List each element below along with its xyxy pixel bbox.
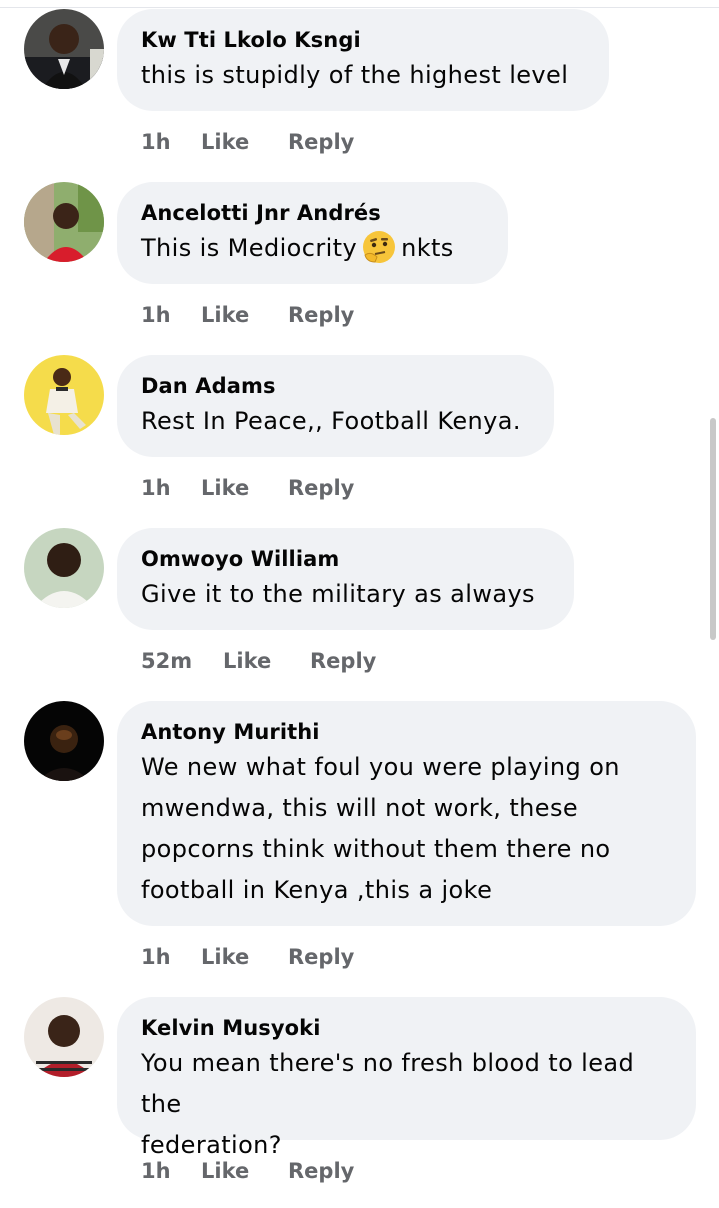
comment-bubble: Kelvin Musyoki You mean there's no fresh… bbox=[117, 997, 696, 1159]
comment-author[interactable]: Omwoyo William bbox=[141, 546, 550, 572]
comment-text-line: football in Kenya ,this a joke bbox=[141, 876, 493, 904]
reply-button[interactable]: Reply bbox=[288, 128, 354, 156]
comment-bubble: Dan Adams Rest In Peace,, Football Kenya… bbox=[117, 355, 554, 457]
top-divider bbox=[0, 0, 719, 8]
like-button[interactable]: Like bbox=[201, 301, 249, 329]
avatar[interactable] bbox=[24, 355, 104, 435]
comment-author[interactable]: Antony Murithi bbox=[141, 719, 672, 745]
comment-time[interactable]: 1h bbox=[141, 301, 171, 329]
scrollbar[interactable] bbox=[710, 418, 716, 640]
comment-bubble: Antony Murithi We new what foul you were… bbox=[117, 701, 696, 926]
avatar[interactable] bbox=[24, 528, 104, 608]
like-button[interactable]: Like bbox=[223, 647, 271, 675]
comment-time[interactable]: 1h bbox=[141, 943, 171, 971]
comment-text: We new what foul you were playing on mwe… bbox=[141, 747, 672, 911]
reply-button[interactable]: Reply bbox=[288, 943, 354, 971]
comment-text-line: We new what foul you were playing on bbox=[141, 753, 620, 781]
like-button[interactable]: Like bbox=[201, 1157, 249, 1185]
avatar[interactable] bbox=[24, 182, 104, 262]
reply-button[interactable]: Reply bbox=[288, 1157, 354, 1185]
comment-author[interactable]: Kw Tti Lkolo Ksngi bbox=[141, 27, 585, 53]
like-button[interactable]: Like bbox=[201, 474, 249, 502]
reply-button[interactable]: Reply bbox=[310, 647, 376, 675]
comment-time[interactable]: 52m bbox=[141, 647, 192, 675]
comment-author[interactable]: Ancelotti Jnr Andrés bbox=[141, 200, 484, 226]
like-button[interactable]: Like bbox=[201, 943, 249, 971]
thinking-face-emoji bbox=[363, 231, 396, 263]
avatar[interactable] bbox=[24, 701, 104, 781]
avatar[interactable] bbox=[24, 9, 104, 89]
comment-text-line: You mean there's no fresh blood to lead … bbox=[141, 1049, 635, 1118]
reply-button[interactable]: Reply bbox=[288, 474, 354, 502]
comment-text: Give it to the military as always bbox=[141, 580, 535, 608]
comment-time[interactable]: 1h bbox=[141, 1157, 171, 1185]
comment-text-line: mwendwa, this will not work, these bbox=[141, 794, 579, 822]
comment-time[interactable]: 1h bbox=[141, 128, 171, 156]
comment-text-line: popcorns think without them there no bbox=[141, 835, 611, 863]
comment-text: Rest In Peace,, Football Kenya. bbox=[141, 407, 521, 435]
comment-author[interactable]: Dan Adams bbox=[141, 373, 530, 399]
comment-text: this is stupidly of the highest level bbox=[141, 61, 569, 89]
comment-author[interactable]: Kelvin Musyoki bbox=[141, 1015, 672, 1041]
comment-bubble: Ancelotti Jnr Andrés This is Mediocrity n… bbox=[117, 182, 508, 284]
comment-time[interactable]: 1h bbox=[141, 474, 171, 502]
comment-text-part: This is Mediocrity bbox=[141, 234, 358, 262]
reply-button[interactable]: Reply bbox=[288, 301, 354, 329]
comment-text: This is Mediocrity nkts bbox=[141, 228, 484, 269]
comment-text-part: nkts bbox=[401, 234, 454, 262]
comment-text: You mean there's no fresh blood to lead … bbox=[141, 1043, 672, 1166]
comment-bubble: Kw Tti Lkolo Ksngi this is stupidly of t… bbox=[117, 9, 609, 111]
like-button[interactable]: Like bbox=[201, 128, 249, 156]
comment-bubble: Omwoyo William Give it to the military a… bbox=[117, 528, 574, 630]
avatar[interactable] bbox=[24, 997, 104, 1077]
